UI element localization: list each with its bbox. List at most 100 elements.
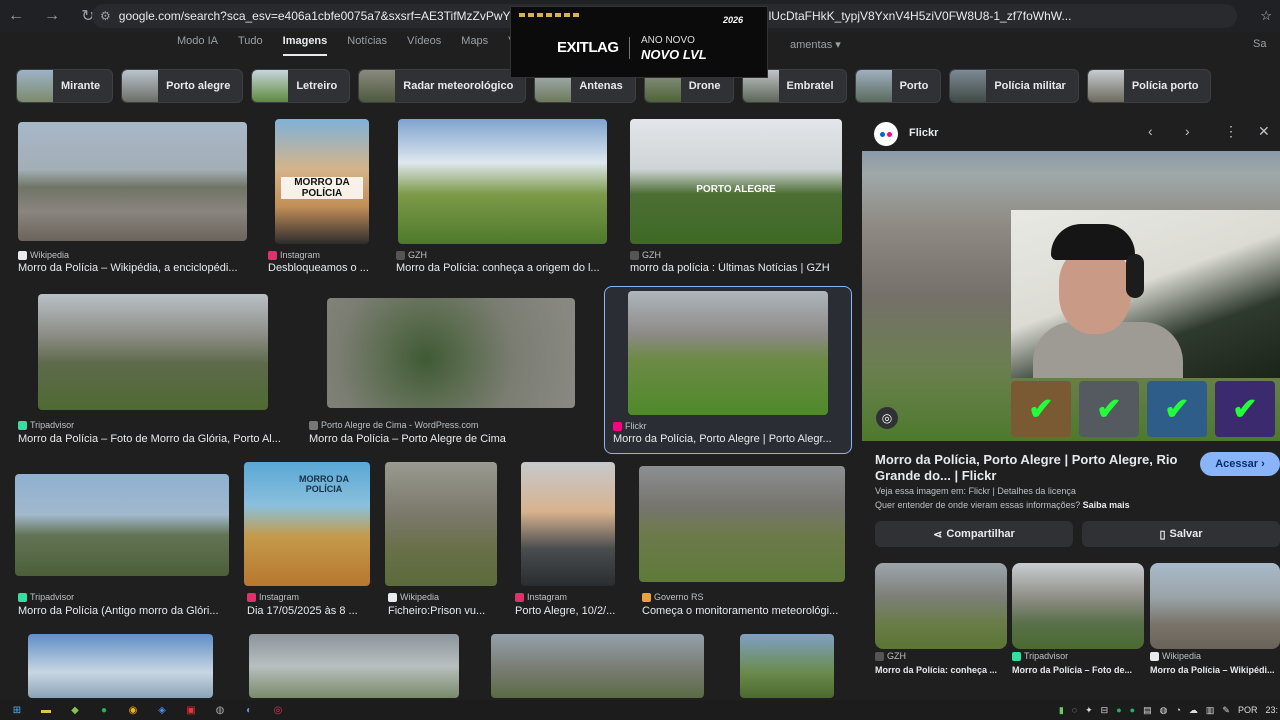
tab-maps[interactable]: Maps [461, 32, 488, 56]
tray-icon[interactable]: ▤ [1143, 705, 1152, 716]
chip-label: Mirante [61, 80, 101, 92]
tray-icon[interactable]: ✎ [1222, 705, 1230, 716]
chip-label: Antenas [579, 80, 623, 92]
result-image-partial[interactable] [491, 634, 704, 698]
chip-label: Drone [688, 80, 721, 92]
result-source-name: Instagram [280, 250, 321, 260]
result-image-partial[interactable] [249, 634, 459, 698]
result-source: GZH [630, 250, 661, 260]
google-lens-icon[interactable]: ◎ [876, 407, 898, 429]
related-result[interactable]: GZH Morro da Polícia: conheça ... [875, 563, 1007, 675]
tray-icon[interactable]: ☁ [1189, 705, 1198, 716]
discord-icon[interactable]: ◐ [241, 704, 257, 716]
result-title: Ficheiro:Prison vu... [388, 605, 486, 617]
tray-icon[interactable]: ⊟ [1101, 705, 1109, 716]
forward-icon[interactable]: → [38, 2, 66, 30]
language-indicator[interactable]: POR [1238, 705, 1258, 715]
spotify-icon[interactable]: ● [96, 704, 112, 716]
result-source: Tripadvisor [18, 420, 74, 430]
result-title: Começa o monitoramento meteorológi... [642, 605, 839, 617]
app-icon[interactable]: ◈ [154, 704, 170, 716]
panel-meta: Veja essa imagem em: Flickr | Detalhes d… [875, 486, 1076, 496]
chrome-icon[interactable]: ◉ [125, 704, 141, 716]
related-title: Morro da Polícia – Foto de... [1012, 665, 1133, 675]
share-button[interactable]: ⋖ Compartilhar [875, 521, 1073, 547]
chip-thumbnail [122, 70, 159, 102]
result-image-partial[interactable] [28, 634, 213, 698]
related-source: GZH [875, 651, 1007, 661]
related-source: Wikipedia [1150, 651, 1280, 661]
result-title: Morro da Polícia, Porto Alegre | Porto A… [613, 433, 832, 445]
tray-icon[interactable]: ◌ [1072, 705, 1077, 715]
result-source: Tripadvisor [18, 592, 74, 602]
result-image [38, 294, 268, 410]
chip-policia-militar[interactable]: Polícia militar [949, 69, 1079, 103]
gzh-icon [630, 250, 639, 260]
tab-videos[interactable]: Vídeos [407, 32, 441, 56]
tray-icon[interactable]: ● [1130, 705, 1135, 715]
file-explorer-icon[interactable]: ▬ [38, 704, 54, 716]
close-icon[interactable]: ✕ [1258, 123, 1270, 140]
tab-modo-ia[interactable]: Modo IA [177, 32, 218, 56]
save-button[interactable]: ▯ Salvar [1082, 521, 1280, 547]
chip-label: Radar meteorológico [403, 80, 514, 92]
result-source-name: Flickr [625, 421, 647, 431]
panel-info-text: Quer entender de onde vieram essas infor… [875, 500, 1081, 510]
result-source: Porto Alegre de Cima - WordPress.com [309, 420, 478, 430]
tray-icon[interactable]: ✦ [1085, 705, 1093, 716]
chip-policia-porto[interactable]: Polícia porto [1086, 69, 1212, 103]
tray-icon[interactable]: ◔ [1175, 705, 1180, 715]
chip-label: Porto alegre [166, 80, 231, 92]
app-icon[interactable]: ◆ [67, 704, 83, 716]
badge-check-icon: ✔ [1147, 381, 1207, 437]
chip-letreiro[interactable]: Letreiro [251, 69, 351, 103]
chip-porto-alegre[interactable]: Porto alegre [121, 69, 244, 103]
related-source: Tripadvisor [1012, 651, 1144, 661]
back-icon[interactable]: ← [2, 2, 30, 30]
previous-icon[interactable]: ‹ [1148, 123, 1153, 139]
app-icon[interactable]: ◍ [212, 704, 228, 716]
poster-text: MORRO DA POLÍCIA [281, 177, 363, 199]
ad-year: 2026 [722, 15, 743, 25]
instagram-icon [515, 592, 524, 602]
tab-saved[interactable]: Sa [1253, 38, 1266, 50]
app-icon[interactable]: ◎ [270, 704, 286, 716]
related-result[interactable]: Tripadvisor Morro da Polícia – Foto de..… [1012, 563, 1144, 675]
bookmark-star-icon[interactable]: ☆ [1260, 8, 1272, 24]
result-source: Instagram [247, 592, 299, 602]
related-title: Morro da Polícia – Wikipédi... [1150, 665, 1275, 675]
more-options-icon[interactable]: ⋮ [1224, 123, 1238, 140]
related-source-name: Tripadvisor [1024, 651, 1069, 661]
tab-ferramentas[interactable]: amentas ▾ [790, 38, 841, 51]
visit-button[interactable]: Acessar › [1200, 452, 1280, 476]
result-image: PORTO ALEGRE [630, 119, 842, 244]
chip-mirante[interactable]: Mirante [16, 69, 114, 103]
chip-thumbnail [1087, 70, 1124, 102]
site-settings-icon[interactable]: ⚙ [100, 9, 111, 23]
windows-start-icon[interactable]: ⊞ [9, 704, 25, 716]
tab-imagens[interactable]: Imagens [282, 32, 327, 56]
related-title: Morro da Polícia: conheça ... [875, 665, 998, 675]
tray-icon[interactable]: ● [1116, 705, 1121, 715]
chip-radar[interactable]: Radar meteorológico [358, 69, 527, 103]
flickr-icon [613, 421, 622, 431]
result-title: Desbloqueamos o ... [268, 262, 369, 274]
tray-icon[interactable]: ▮ [1059, 705, 1064, 716]
learn-more-link[interactable]: Saiba mais [1083, 500, 1130, 510]
result-source-name: GZH [408, 250, 427, 260]
next-icon[interactable]: › [1185, 123, 1190, 139]
exitlag-ad-overlay[interactable]: EXITLAG ANO NOVO NOVO LVL 2026 [510, 6, 768, 78]
panel-title[interactable]: Morro da Polícia, Porto Alegre | Porto A… [875, 452, 1190, 484]
related-result[interactable]: Wikipedia Morro da Polícia – Wikipédi... [1150, 563, 1280, 675]
result-image-partial[interactable] [740, 634, 834, 698]
ad-divider [629, 37, 630, 59]
tray-icon[interactable]: ◍ [1160, 705, 1168, 716]
result-image [385, 462, 497, 586]
result-image [398, 119, 607, 244]
tab-noticias[interactable]: Notícias [347, 32, 387, 56]
chip-porto[interactable]: Porto [854, 69, 942, 103]
tray-icon[interactable]: ▥ [1206, 705, 1215, 716]
app-icon[interactable]: ▣ [183, 704, 199, 716]
tab-tudo[interactable]: Tudo [238, 32, 263, 56]
clock[interactable]: 23: [1265, 705, 1278, 715]
